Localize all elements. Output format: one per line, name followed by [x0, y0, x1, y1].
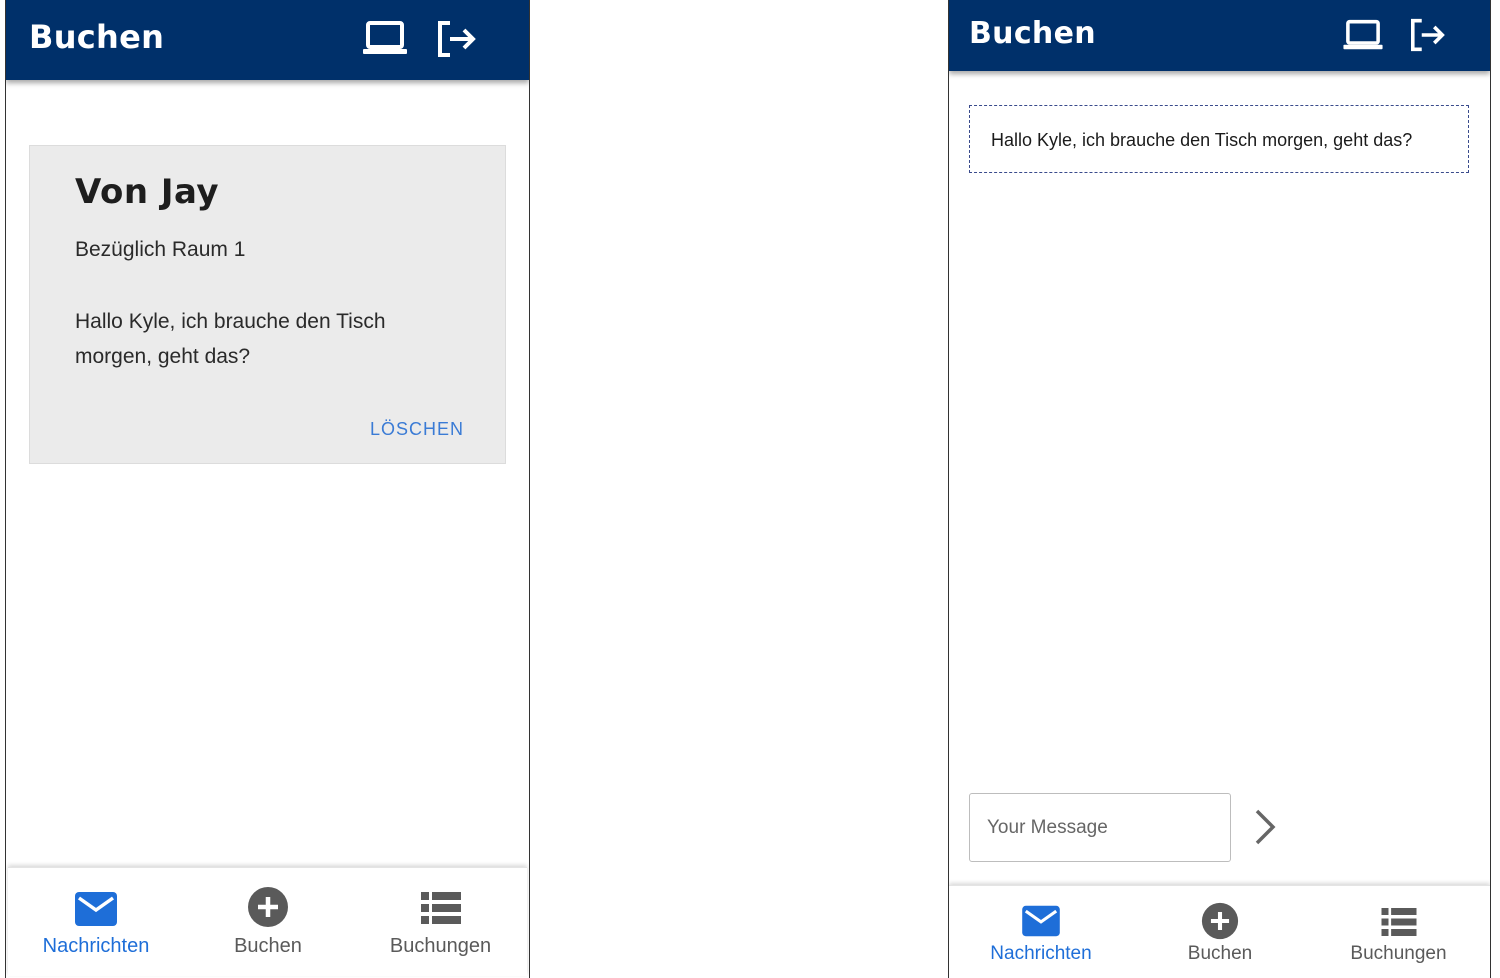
send-button[interactable]	[1251, 808, 1279, 846]
app-bar: Buchen	[949, 0, 1490, 71]
nav-buchungen[interactable]: Buchungen	[1307, 886, 1490, 978]
chat-screen: Buchen Hallo Kyle, ich brauche den Tisch…	[948, 0, 1491, 978]
app-title: Buchen	[969, 16, 1096, 51]
app-bar: Buchen	[6, 0, 529, 80]
laptop-icon[interactable]	[362, 20, 408, 56]
mail-icon	[74, 890, 118, 928]
message-sender: Von Jay	[75, 172, 220, 212]
list-icon	[420, 892, 461, 924]
nav-label: Nachrichten	[990, 943, 1092, 964]
nav-label: Nachrichten	[42, 935, 150, 957]
bottom-navigation: Nachrichten Buchen Buchungen	[949, 885, 1490, 978]
chevron-right-icon	[1251, 808, 1279, 846]
nav-label: Buchungen	[1350, 943, 1447, 964]
add-circle-icon	[247, 886, 289, 928]
message-subject: Bezüglich Raum 1	[75, 238, 246, 261]
messages-screen: Buchen Von Jay Bezüglich Raum 1 Hallo Ky…	[5, 0, 530, 978]
message-body: Hallo Kyle, ich brauche den Tisch morgen…	[75, 310, 386, 368]
app-title: Buchen	[29, 18, 165, 56]
add-circle-icon	[1201, 902, 1239, 940]
mail-icon	[1021, 904, 1061, 938]
laptop-icon[interactable]	[1342, 19, 1384, 51]
logout-icon[interactable]	[1409, 18, 1447, 52]
nav-buchen[interactable]: Buchen	[184, 868, 352, 976]
chat-message: Hallo Kyle, ich brauche den Tisch morgen…	[969, 105, 1469, 173]
nav-nachrichten[interactable]: Nachrichten	[949, 886, 1133, 978]
nav-label: Buchungen	[389, 935, 492, 957]
bottom-navigation: Nachrichten Buchen Buchungen	[8, 867, 527, 976]
nav-buchungen[interactable]: Buchungen	[352, 868, 529, 976]
list-icon	[1381, 908, 1417, 936]
chat-message-text: Hallo Kyle, ich brauche den Tisch morgen…	[991, 130, 1413, 150]
message-card: Von Jay Bezüglich Raum 1 Hallo Kyle, ich…	[29, 145, 506, 464]
message-input[interactable]	[969, 793, 1231, 862]
nav-label: Buchen	[234, 935, 302, 957]
delete-button[interactable]: LÖSCHEN	[370, 419, 464, 440]
nav-buchen[interactable]: Buchen	[1133, 886, 1307, 978]
logout-icon[interactable]	[436, 20, 478, 58]
nav-label: Buchen	[1187, 943, 1253, 964]
nav-nachrichten[interactable]: Nachrichten	[8, 868, 184, 976]
